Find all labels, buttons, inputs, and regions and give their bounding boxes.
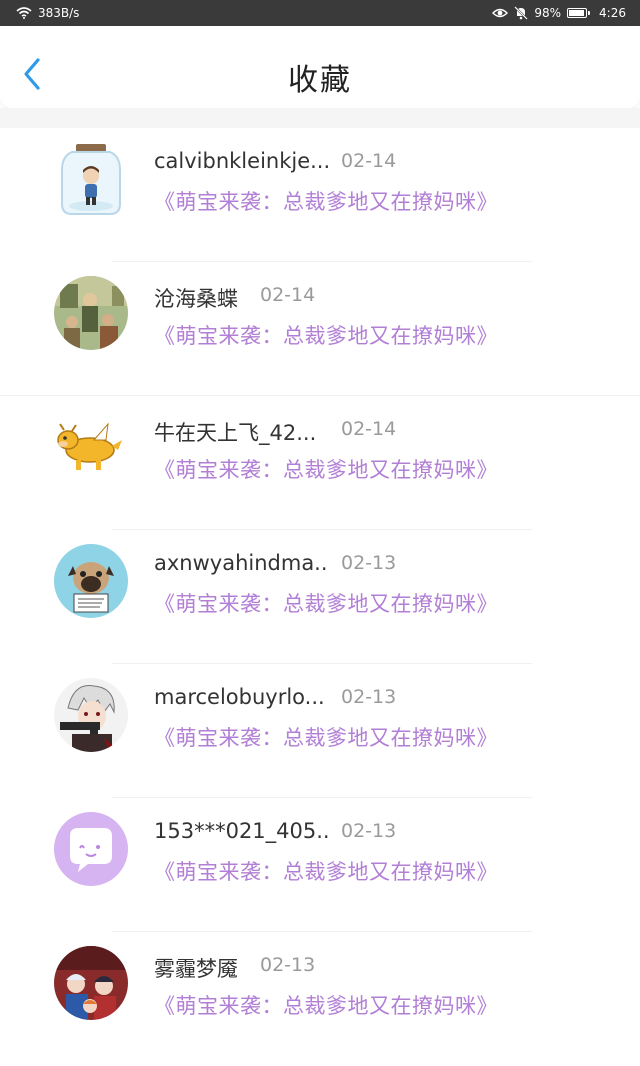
- book-title[interactable]: 《萌宝来袭：总裁爹地又在撩妈咪》: [154, 186, 498, 216]
- page-title: 收藏: [288, 63, 352, 98]
- painting-avatar[interactable]: [54, 276, 128, 350]
- header-gap: [0, 108, 640, 128]
- jar-boy-avatar[interactable]: [54, 142, 128, 216]
- eye-icon: [492, 7, 509, 19]
- favorite-date: 02-13: [341, 686, 397, 708]
- default-chat-avatar[interactable]: [54, 812, 128, 886]
- favorite-date: 02-14: [341, 150, 397, 172]
- favorite-date: 02-13: [260, 954, 316, 976]
- favorite-date: 02-14: [260, 284, 316, 306]
- book-title[interactable]: 《萌宝来袭：总裁爹地又在撩妈咪》: [154, 990, 498, 1020]
- battery-icon: [567, 8, 591, 18]
- status-bar: 383B/s 98% 4:26: [0, 0, 640, 26]
- user-name: 牛在天上飞_42...: [154, 421, 317, 445]
- favorites-list: calvibnkleinkje... 02-14 《萌宝来袭：总裁爹地又在撩妈咪…: [0, 128, 640, 1066]
- network-speed: 383B/s: [38, 6, 80, 20]
- mute-bell-icon: [514, 6, 529, 20]
- list-item[interactable]: 牛在天上飞_42... 02-14 《萌宝来袭：总裁爹地又在撩妈咪》: [0, 396, 640, 530]
- user-name: 沧海桑蝶: [154, 287, 238, 311]
- list-item[interactable]: 153***021_405.. 02-13 《萌宝来袭：总裁爹地又在撩妈咪》: [0, 798, 640, 932]
- user-name: calvibnkleinkje...: [154, 149, 331, 173]
- pug-avatar[interactable]: [54, 544, 128, 618]
- clock: 4:26: [599, 6, 626, 20]
- wifi-icon: [16, 7, 32, 19]
- favorite-date: 02-13: [341, 820, 397, 842]
- anime-group-avatar[interactable]: [54, 946, 128, 1020]
- list-item[interactable]: calvibnkleinkje... 02-14 《萌宝来袭：总裁爹地又在撩妈咪…: [0, 128, 640, 262]
- book-title[interactable]: 《萌宝来袭：总裁爹地又在撩妈咪》: [154, 588, 498, 618]
- book-title[interactable]: 《萌宝来袭：总裁爹地又在撩妈咪》: [154, 722, 498, 752]
- favorite-date: 02-14: [341, 418, 397, 440]
- user-name: marcelobuyrlo...: [154, 685, 325, 709]
- book-title[interactable]: 《萌宝来袭：总裁爹地又在撩妈咪》: [154, 856, 498, 886]
- user-name: 153***021_405..: [154, 819, 330, 843]
- book-title[interactable]: 《萌宝来袭：总裁爹地又在撩妈咪》: [154, 320, 498, 350]
- list-item[interactable]: axnwyahindma.. 02-13 《萌宝来袭：总裁爹地又在撩妈咪》: [0, 530, 640, 664]
- anime-gunman-avatar[interactable]: [54, 678, 128, 752]
- battery-percent: 98%: [534, 6, 562, 20]
- user-name: 雾霾梦魇: [154, 957, 238, 981]
- list-item[interactable]: 雾霾梦魇 02-13 《萌宝来袭：总裁爹地又在撩妈咪》: [0, 932, 640, 1066]
- flying-cow-avatar[interactable]: [54, 410, 128, 484]
- top-bar: 收藏: [0, 26, 640, 108]
- list-item[interactable]: 沧海桑蝶 02-14 《萌宝来袭：总裁爹地又在撩妈咪》: [0, 262, 640, 396]
- favorite-date: 02-13: [341, 552, 397, 574]
- list-item[interactable]: marcelobuyrlo... 02-13 《萌宝来袭：总裁爹地又在撩妈咪》: [0, 664, 640, 798]
- book-title[interactable]: 《萌宝来袭：总裁爹地又在撩妈咪》: [154, 454, 498, 484]
- user-name: axnwyahindma..: [154, 551, 328, 575]
